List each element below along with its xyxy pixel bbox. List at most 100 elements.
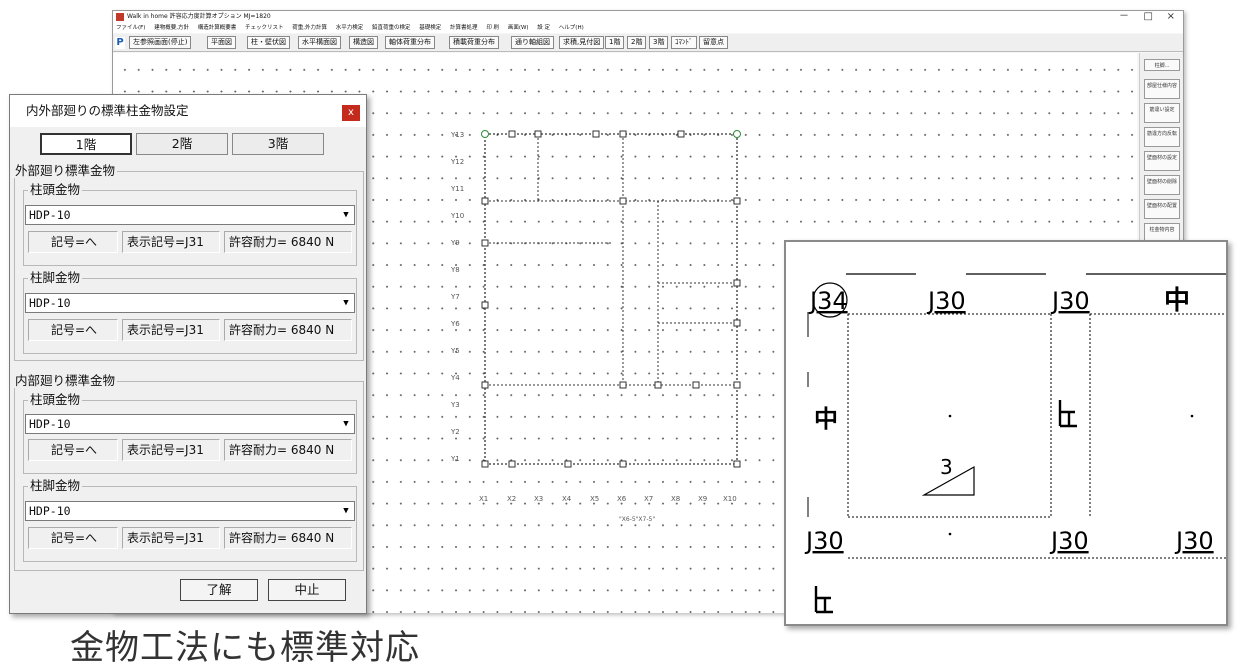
toolbar: P 左参照画面(停止) 平面図 柱・壁伏図 水平構面図 構造図 軸体荷重分布 積… bbox=[113, 34, 1183, 52]
toolbar-body-load[interactable]: 軸体荷重分布 bbox=[385, 36, 435, 49]
side-button-room-spec[interactable]: 部屋仕様内容 bbox=[1144, 79, 1180, 99]
menu-settings[interactable]: 設 定 bbox=[537, 25, 550, 31]
axis-label-y12: Y12 bbox=[451, 158, 465, 166]
minimize-button[interactable]: － bbox=[1119, 11, 1129, 23]
toolbar-ref-screen[interactable]: 左参照画面(停止) bbox=[129, 36, 192, 49]
tab-floor3[interactable]: 3階 bbox=[232, 133, 324, 155]
column-mark bbox=[508, 460, 516, 468]
anchor-symbol-icon bbox=[814, 586, 833, 614]
axis-label-y1: Y1 bbox=[451, 455, 460, 463]
axis-label-x3: X3 bbox=[534, 495, 544, 503]
column-mark bbox=[619, 381, 627, 389]
menu-screen[interactable]: 画面(W) bbox=[508, 25, 529, 31]
inner-head-combo[interactable]: HDP-10 ▼ bbox=[25, 414, 355, 434]
menu-structure-summary[interactable]: 構造計算概要書 bbox=[198, 25, 237, 31]
outer-foot-symbol: 記号=へ bbox=[28, 319, 118, 341]
outer-foot-label: 柱脚金物 bbox=[28, 270, 83, 285]
axis-label-y7: Y7 bbox=[451, 293, 460, 301]
inner-foot-combo[interactable]: HDP-10 ▼ bbox=[25, 501, 355, 521]
side-button-column-foot[interactable]: 柱脚... bbox=[1144, 59, 1180, 71]
title-bar: Walk in home 許容応力度計算オプション MJ=1820 － □ × bbox=[113, 11, 1183, 23]
spacing-note: "X6-5"X7-5" bbox=[619, 516, 656, 523]
dialog-close-button[interactable]: x bbox=[342, 105, 360, 121]
axis-label-y2: Y2 bbox=[451, 428, 460, 436]
side-button-panel-place[interactable]: 壁面材の配置 bbox=[1144, 199, 1180, 219]
tab-floor1[interactable]: 1階 bbox=[40, 133, 132, 155]
outer-foot-display-symbol: 表示記号=J31 bbox=[122, 319, 220, 341]
outer-head-combo[interactable]: HDP-10 ▼ bbox=[25, 205, 355, 225]
toolbar-area[interactable]: 求積,見付図 bbox=[559, 36, 605, 49]
column-mark bbox=[592, 130, 600, 138]
tab-floor2[interactable]: 2階 bbox=[136, 133, 228, 155]
inner-head-symbol: 記号=へ bbox=[28, 439, 118, 461]
toolbar-floor2[interactable]: 2階 bbox=[627, 36, 647, 49]
axis-label-x7: X7 bbox=[644, 495, 654, 503]
chevron-down-icon[interactable]: ▼ bbox=[340, 418, 352, 430]
axis-label-y4: Y4 bbox=[451, 374, 460, 382]
toolbar-horizontal-plane[interactable]: 水平構面図 bbox=[298, 36, 341, 49]
cancel-button[interactable]: 中止 bbox=[268, 579, 346, 601]
toolbar-column-wall[interactable]: 柱・壁伏図 bbox=[247, 36, 290, 49]
axis-label-y5: Y5 bbox=[451, 347, 460, 355]
inner-head-group: 柱頭金物 HDP-10 ▼ 記号=へ 表示記号=J31 許容耐力= 6840 N bbox=[23, 393, 357, 474]
maximize-button[interactable]: □ bbox=[1144, 11, 1153, 23]
axis-label-y6: Y6 bbox=[451, 320, 460, 328]
axis-label-x2: X2 bbox=[507, 495, 517, 503]
column-mark bbox=[481, 381, 489, 389]
menu-vertical-check[interactable]: 鉛直荷重の検定 bbox=[372, 25, 411, 31]
menu-building[interactable]: 建物概要,方針 bbox=[154, 25, 189, 31]
menu-print[interactable]: 印 刷 bbox=[486, 25, 499, 31]
toolbar-notes[interactable]: 留意点 bbox=[699, 36, 728, 49]
outer-foot-group: 柱脚金物 HDP-10 ▼ 記号=へ 表示記号=J31 許容耐力= 6840 N bbox=[23, 271, 357, 354]
column-mark bbox=[733, 279, 741, 287]
side-button-brace-set[interactable]: 筋違い設定 bbox=[1144, 103, 1180, 123]
menu-load-calc[interactable]: 荷重,外力計算 bbox=[292, 25, 327, 31]
zoom-label-j34: J34 bbox=[808, 287, 848, 315]
outer-head-display-symbol: 表示記号=J31 bbox=[122, 231, 220, 253]
inner-head-label: 柱頭金物 bbox=[28, 392, 83, 407]
brace-number: 3 bbox=[940, 455, 953, 479]
dialog-title-bar: 内外部廻りの標準柱金物設定 x bbox=[10, 95, 366, 127]
toolbar-floor1[interactable]: 1階 bbox=[605, 36, 625, 49]
menu-report[interactable]: 計算書処理 bbox=[450, 25, 478, 31]
outer-head-capacity: 許容耐力= 6840 N bbox=[224, 231, 352, 253]
close-button[interactable]: × bbox=[1167, 11, 1175, 23]
column-mark bbox=[481, 239, 489, 247]
chevron-down-icon[interactable]: ▼ bbox=[340, 505, 352, 517]
ok-button[interactable]: 了解 bbox=[180, 579, 258, 601]
menu-checklist[interactable]: チェックリスト bbox=[245, 25, 284, 31]
toolbar-structure[interactable]: 構造図 bbox=[349, 36, 378, 49]
outer-head-combo-value: HDP-10 bbox=[29, 208, 71, 222]
column-mark bbox=[564, 460, 572, 468]
menu-horizontal-check[interactable]: 水平力検定 bbox=[336, 25, 364, 31]
menu-foundation[interactable]: 基礎検定 bbox=[419, 25, 441, 31]
column-mark bbox=[534, 130, 542, 138]
outer-foot-combo[interactable]: HDP-10 ▼ bbox=[25, 293, 355, 313]
outer-hardware-group: 外部廻り標準金物 柱頭金物 HDP-10 ▼ 記号=へ 表示記号=J31 許容耐… bbox=[13, 164, 364, 361]
column-mark bbox=[733, 319, 741, 327]
menu-help[interactable]: ヘルプ(H) bbox=[559, 25, 584, 31]
side-button-panel-set[interactable]: 壁面材の設定 bbox=[1144, 151, 1180, 171]
column-mark bbox=[733, 381, 741, 389]
side-button-brace-flip[interactable]: 筋違方向反転 bbox=[1144, 127, 1180, 147]
column-mark bbox=[481, 197, 489, 205]
outer-head-group: 柱頭金物 HDP-10 ▼ 記号=へ 表示記号=J31 許容耐力= 6840 N bbox=[23, 183, 357, 266]
zoom-drawing: J34 J30 J30 中 中 3 J30 J30 J30 bbox=[804, 273, 1226, 614]
column-mark bbox=[733, 460, 741, 468]
toolbar-plan[interactable]: 平面図 bbox=[207, 36, 236, 49]
toolbar-live-load[interactable]: 積載荷重分布 bbox=[449, 36, 499, 49]
column-mark bbox=[481, 301, 489, 309]
outer-foot-combo-value: HDP-10 bbox=[29, 296, 71, 310]
axis-label-x5: X5 bbox=[590, 495, 600, 503]
side-button-panel-delete[interactable]: 壁面材の削除 bbox=[1144, 175, 1180, 195]
toolbar-axis-frame[interactable]: 通り軸組図 bbox=[511, 36, 554, 49]
chevron-down-icon[interactable]: ▼ bbox=[340, 209, 352, 221]
menu-file[interactable]: ファイル(F) bbox=[116, 25, 145, 31]
app-icon bbox=[116, 13, 124, 21]
chevron-down-icon[interactable]: ▼ bbox=[340, 297, 352, 309]
axis-label-x9: X9 bbox=[698, 495, 708, 503]
column-mark bbox=[692, 381, 700, 389]
toolbar-command[interactable]: ｺﾏﾝﾄﾞ bbox=[671, 36, 697, 49]
toolbar-floor3[interactable]: 3階 bbox=[649, 36, 669, 49]
axis-label-x6: X6 bbox=[617, 495, 627, 503]
